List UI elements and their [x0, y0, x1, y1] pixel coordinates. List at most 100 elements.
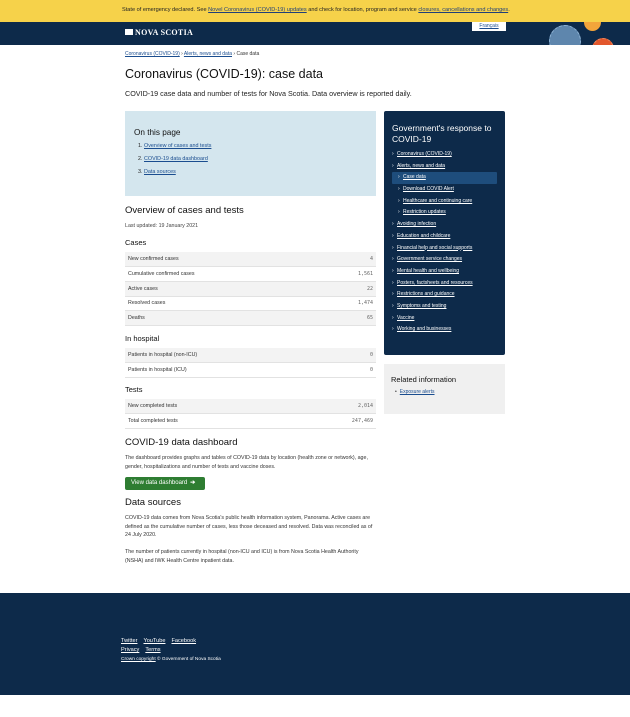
view-dashboard-button[interactable]: View data dashboard ➔ — [125, 477, 205, 490]
page-lead: COVID-19 case data and number of tests f… — [125, 89, 412, 98]
toc-item: 2. COVID-19 data dashboard — [138, 156, 208, 162]
data-sources-text: The number of patients currently in hosp… — [125, 549, 359, 564]
on-this-page-box: On this page 1. Overview of cases and te… — [125, 111, 376, 196]
breadcrumb: Coronavirus (COVID-19) › Alerts, news an… — [125, 51, 260, 57]
sidebar-link[interactable]: Symptoms and testing — [397, 303, 446, 309]
toc-list: 1. Overview of cases and tests 2. COVID-… — [134, 143, 376, 175]
sidebar-item[interactable]: › Coronavirus (COVID-19) — [392, 149, 505, 161]
alert-text: State of emergency declared. See — [122, 7, 209, 13]
tests-table: New completed tests 2,014 Total completed… — [125, 399, 376, 429]
sidebar-item[interactable]: › Working and businesses — [392, 324, 505, 336]
social-links: Twitter YouTube Facebook — [121, 637, 221, 646]
breadcrumb-link[interactable]: Coronavirus (COVID-19) — [125, 51, 180, 57]
emergency-alert-bar: State of emergency declared. See Novel C… — [0, 0, 630, 22]
toc-link-sources[interactable]: Data sources — [144, 169, 176, 175]
table-row: New completed tests 2,014 — [125, 399, 376, 415]
sidebar-link[interactable]: Restriction updates — [403, 209, 446, 215]
breadcrumb-current: Case data — [236, 51, 260, 57]
sidebar-item[interactable]: › Restriction updates — [392, 207, 505, 219]
sidebar-link[interactable]: Case data — [403, 174, 426, 180]
tests-heading: Tests — [125, 385, 143, 394]
related-information-box: Related information Exposure alerts — [384, 364, 505, 414]
table-row: Total completed tests 247,469 — [125, 413, 376, 429]
sidebar-link[interactable]: Education and childcare — [397, 233, 450, 239]
sidebar-link[interactable]: Financial help and social supports — [397, 245, 472, 251]
dashboard-heading: COVID-19 data dashboard — [125, 437, 238, 448]
copyright: Crown copyright © Government of Nova Sco… — [121, 657, 221, 662]
sidebar-item[interactable]: › Alerts, news and data — [392, 161, 505, 173]
sidebar-item[interactable]: › Government service changes — [392, 254, 505, 266]
sidebar-link[interactable]: Download COVID Alert — [403, 186, 454, 192]
sidebar-item[interactable]: › Mental health and wellbeing — [392, 266, 505, 278]
sidebar-item[interactable]: › Healthcare and continuing care — [392, 196, 505, 208]
table-row: Active cases 22 — [125, 281, 376, 297]
cases-heading: Cases — [125, 238, 147, 247]
youtube-link[interactable]: YouTube — [143, 638, 165, 644]
sidebar-item[interactable]: › Restrictions and guidance — [392, 289, 505, 301]
table-row: Resolved cases 1,474 — [125, 296, 376, 312]
sidebar-link[interactable]: Mental health and wellbeing — [397, 268, 459, 274]
sidebar-item[interactable]: › Financial help and social supports — [392, 243, 505, 255]
sidebar-heading: Government's response to COVID-19 — [392, 123, 492, 144]
related-heading: Related information — [391, 375, 457, 384]
breadcrumb-link[interactable]: Alerts, news and data — [184, 51, 232, 57]
page-title: Coronavirus (COVID-19): case data — [125, 67, 323, 81]
list-item: Exposure alerts — [391, 389, 505, 395]
data-sources-heading: Data sources — [125, 497, 181, 508]
sidebar-link[interactable]: Restrictions and guidance — [397, 291, 455, 297]
privacy-link[interactable]: Privacy — [121, 647, 139, 653]
sidebar-link[interactable]: Posters, factsheets and resources — [397, 280, 473, 286]
legal-links: Privacy Terms — [121, 646, 221, 655]
hospital-heading: In hospital — [125, 334, 160, 343]
sidebar-link[interactable]: Avoiding infection — [397, 221, 436, 227]
sidebar-item[interactable]: › Symptoms and testing — [392, 301, 505, 313]
sidebar-link[interactable]: Coronavirus (COVID-19) — [397, 151, 452, 157]
terms-link[interactable]: Terms — [145, 647, 160, 653]
toc-item: 1. Overview of cases and tests — [138, 143, 212, 149]
sidebar-item[interactable]: › Vaccine — [392, 313, 505, 325]
last-updated-text: Last updated: 19 January 2021 — [125, 223, 199, 229]
sidebar-item[interactable]: › Posters, factsheets and resources — [392, 278, 505, 290]
site-footer: Twitter YouTube Facebook Privacy Terms Crow… — [0, 593, 630, 695]
virus-decoration-icon — [584, 22, 601, 31]
flag-icon — [125, 29, 133, 35]
toc-link-dashboard[interactable]: COVID-19 data dashboard — [144, 156, 208, 162]
site-header: NOVA SCOTIA Français — [0, 22, 630, 45]
table-row: Deaths 65 — [125, 310, 376, 326]
twitter-link[interactable]: Twitter — [121, 638, 137, 644]
alert-text: and check for location, program and serv… — [306, 7, 419, 13]
sidebar-item[interactable]: › Avoiding infection — [392, 219, 505, 231]
facebook-link[interactable]: Facebook — [171, 638, 196, 644]
table-row: Patients in hospital (non-ICU) 0 — [125, 348, 376, 364]
nova-scotia-logo[interactable]: NOVA SCOTIA — [125, 28, 193, 37]
sidebar-item[interactable]: › Download COVID Alert — [392, 184, 505, 196]
dashboard-text: The dashboard provides graphs and tables… — [125, 455, 368, 470]
language-toggle-link[interactable]: Français — [472, 22, 506, 31]
virus-decoration-icon — [549, 25, 581, 45]
data-sources-text: COVID-19 data comes from Nova Scotia's p… — [125, 515, 373, 539]
closures-link[interactable]: closures, cancellations and changes — [418, 7, 508, 13]
cases-table: New confirmed cases 4 Cumulative confirme… — [125, 252, 376, 326]
toc-heading: On this page — [134, 128, 181, 137]
toc-link-overview[interactable]: Overview of cases and tests — [144, 143, 211, 149]
footer-links: Twitter YouTube Facebook Privacy Terms Crow… — [121, 637, 221, 664]
sidebar-link[interactable]: Working and businesses — [397, 326, 451, 332]
sidebar-item[interactable]: › Education and childcare — [392, 231, 505, 243]
sidebar-nav-list: › Coronavirus (COVID-19) › Alerts, news and… — [392, 149, 505, 336]
sidebar-link[interactable]: Alerts, news and data — [397, 163, 445, 169]
overview-heading: Overview of cases and tests — [125, 205, 244, 216]
exposure-alerts-link[interactable]: Exposure alerts — [400, 389, 435, 395]
arrow-right-icon: ➔ — [190, 480, 196, 486]
table-row: Cumulative confirmed cases 1,561 — [125, 266, 376, 282]
sidebar-item[interactable]: › Case data — [392, 172, 497, 185]
related-list: Exposure alerts — [391, 389, 505, 395]
sidebar-link[interactable]: Healthcare and continuing care — [403, 198, 472, 204]
crown-copyright-link[interactable]: Crown copyright — [121, 657, 156, 662]
table-row: New confirmed cases 4 — [125, 252, 376, 268]
sidebar-link[interactable]: Government service changes — [397, 256, 462, 262]
hospital-table: Patients in hospital (non-ICU) 0 Patients… — [125, 348, 376, 378]
sidebar-link[interactable]: Vaccine — [397, 315, 414, 321]
government-response-sidebar: Government's response to COVID-19 › Coron… — [384, 111, 505, 355]
virus-decoration-icon — [592, 38, 614, 45]
covid-updates-link[interactable]: Novel Coronavirus (COVID-19) updates — [208, 7, 307, 13]
